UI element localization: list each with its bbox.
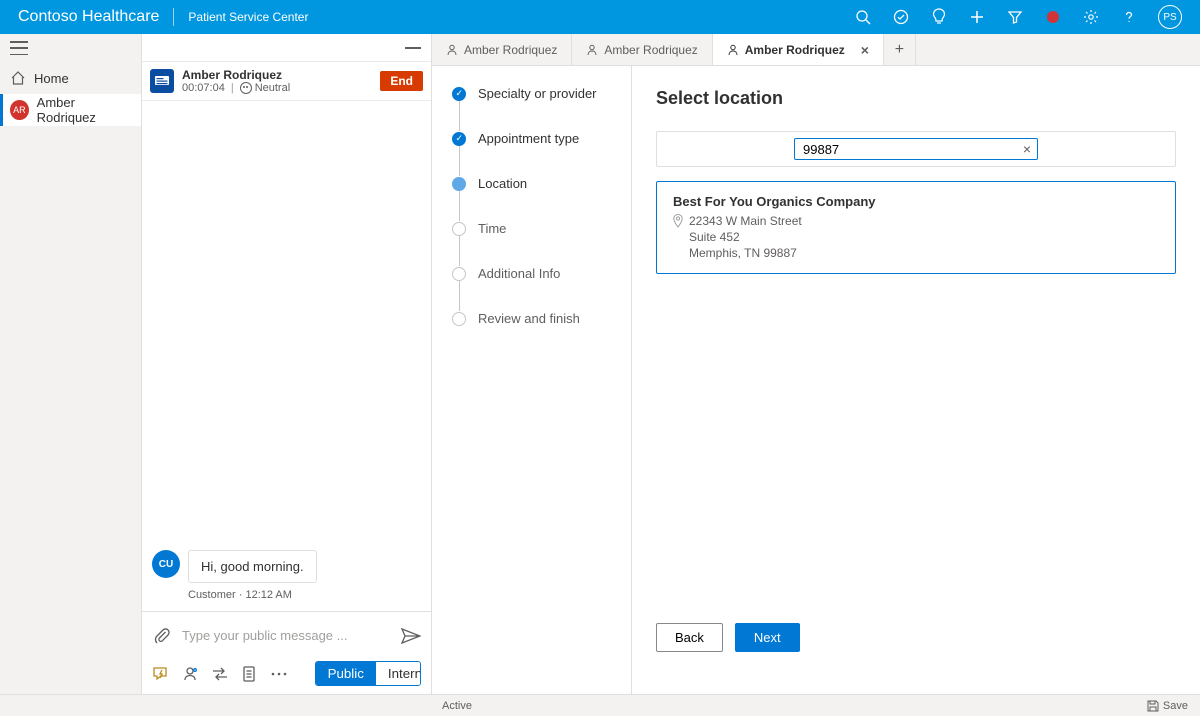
toggle-public[interactable]: Public — [316, 662, 376, 685]
clear-icon[interactable]: × — [1023, 141, 1031, 157]
save-icon — [1147, 700, 1159, 712]
topbar-actions: PS — [854, 5, 1182, 29]
record-icon[interactable] — [1044, 8, 1062, 26]
lightbulb-icon[interactable] — [930, 8, 948, 26]
brand-divider — [173, 8, 174, 26]
step-additional-info[interactable]: Additional Info — [452, 266, 623, 311]
status-bar: Active Save — [0, 694, 1200, 716]
tab-1[interactable]: Amber Rodriquez — [572, 34, 712, 65]
save-button[interactable]: Save — [1147, 700, 1188, 712]
task-check-icon[interactable] — [892, 8, 910, 26]
channel-icon — [150, 69, 174, 93]
nav-active-contact-label: Amber Rodriquez — [37, 95, 131, 125]
step-location[interactable]: Location — [452, 176, 623, 221]
detail-panel: Select location × Best For You Organics … — [632, 66, 1200, 694]
nav-home[interactable]: Home — [0, 62, 141, 94]
back-button[interactable]: Back — [656, 623, 723, 652]
send-icon[interactable] — [401, 626, 421, 646]
new-tab-button[interactable]: + — [884, 34, 916, 65]
person-icon — [586, 44, 598, 56]
result-title: Best For You Organics Company — [673, 194, 1159, 209]
left-rail: Home AR Amber Rodriquez — [0, 34, 142, 694]
step-appointment-type[interactable]: Appointment type — [452, 131, 623, 176]
save-label: Save — [1163, 700, 1188, 712]
compose-area — [142, 611, 431, 655]
app-name: Patient Service Center — [188, 10, 308, 24]
step-specialty[interactable]: Specialty or provider — [452, 86, 623, 131]
toggle-internal[interactable]: Internal — [376, 662, 421, 685]
search-icon[interactable] — [854, 8, 872, 26]
sentiment-icon — [240, 82, 252, 94]
compose-toolbar: Public Internal — [142, 655, 431, 694]
result-addr-1: 22343 W Main Street — [689, 213, 802, 229]
nav-active-contact[interactable]: AR Amber Rodriquez — [0, 94, 141, 126]
conversation-header: Amber Rodriquez 00:07:04 | Neutral End — [142, 62, 431, 101]
tab-label: Amber Rodriquez — [464, 43, 557, 57]
step-review[interactable]: Review and finish — [452, 311, 623, 326]
location-result-card[interactable]: Best For You Organics Company 22343 W Ma… — [656, 181, 1176, 274]
work-area: Amber Rodriquez Amber Rodriquez Amber Ro… — [432, 34, 1200, 694]
hamburger-icon[interactable] — [10, 41, 28, 55]
attachment-icon[interactable] — [152, 626, 172, 646]
end-button[interactable]: End — [380, 71, 423, 91]
result-addr-2: Suite 452 — [689, 229, 802, 245]
pin-icon — [673, 214, 683, 228]
tab-0[interactable]: Amber Rodriquez — [432, 34, 572, 65]
step-time[interactable]: Time — [452, 221, 623, 266]
page-title: Select location — [656, 88, 1176, 109]
tab-label: Amber Rodriquez — [604, 43, 697, 57]
sentiment-label: Neutral — [255, 82, 290, 94]
settings-icon[interactable] — [1082, 8, 1100, 26]
notes-icon[interactable] — [242, 665, 257, 683]
tab-2[interactable]: Amber Rodriquez × — [713, 34, 884, 65]
top-bar: Contoso Healthcare Patient Service Cente… — [0, 0, 1200, 34]
message-input[interactable] — [182, 620, 391, 651]
help-icon[interactable] — [1120, 8, 1138, 26]
person-icon — [446, 44, 458, 56]
consult-icon[interactable] — [182, 665, 198, 683]
brand-name: Contoso Healthcare — [18, 8, 159, 26]
person-icon — [727, 44, 739, 56]
contact-avatar: AR — [10, 100, 29, 120]
location-search-input[interactable] — [803, 142, 1017, 157]
conversation-name: Amber Rodriquez — [182, 68, 372, 82]
plus-icon[interactable] — [968, 8, 986, 26]
message-row: CU Hi, good morning. — [152, 550, 421, 583]
conversation-timer: 00:07:04 — [182, 82, 225, 94]
tab-bar: Amber Rodriquez Amber Rodriquez Amber Ro… — [432, 34, 1200, 66]
conversation-body: CU Hi, good morning. Customer · 12:12 AM — [142, 101, 431, 611]
search-container: × — [656, 131, 1176, 167]
wizard-steps: Specialty or provider Appointment type L… — [432, 66, 632, 694]
user-avatar[interactable]: PS — [1158, 5, 1182, 29]
transfer-icon[interactable] — [212, 665, 228, 683]
more-icon[interactable] — [271, 665, 287, 683]
tab-label: Amber Rodriquez — [745, 43, 845, 57]
filter-icon[interactable] — [1006, 8, 1024, 26]
message-bubble: Hi, good morning. — [188, 550, 317, 583]
status-label: Active — [442, 700, 472, 712]
nav-home-label: Home — [34, 71, 69, 86]
conversation-panel: Amber Rodriquez 00:07:04 | Neutral End C… — [142, 34, 432, 694]
message-meta: Customer · 12:12 AM — [188, 589, 421, 601]
result-addr-3: Memphis, TN 99887 — [689, 245, 802, 261]
home-icon — [10, 70, 26, 86]
close-icon[interactable]: × — [861, 42, 869, 58]
quick-reply-icon[interactable] — [152, 665, 168, 683]
minimize-icon[interactable] — [405, 47, 421, 49]
next-button[interactable]: Next — [735, 623, 800, 652]
visibility-toggle: Public Internal — [315, 661, 421, 686]
sentiment-indicator: Neutral — [240, 82, 290, 94]
message-avatar: CU — [152, 550, 180, 578]
